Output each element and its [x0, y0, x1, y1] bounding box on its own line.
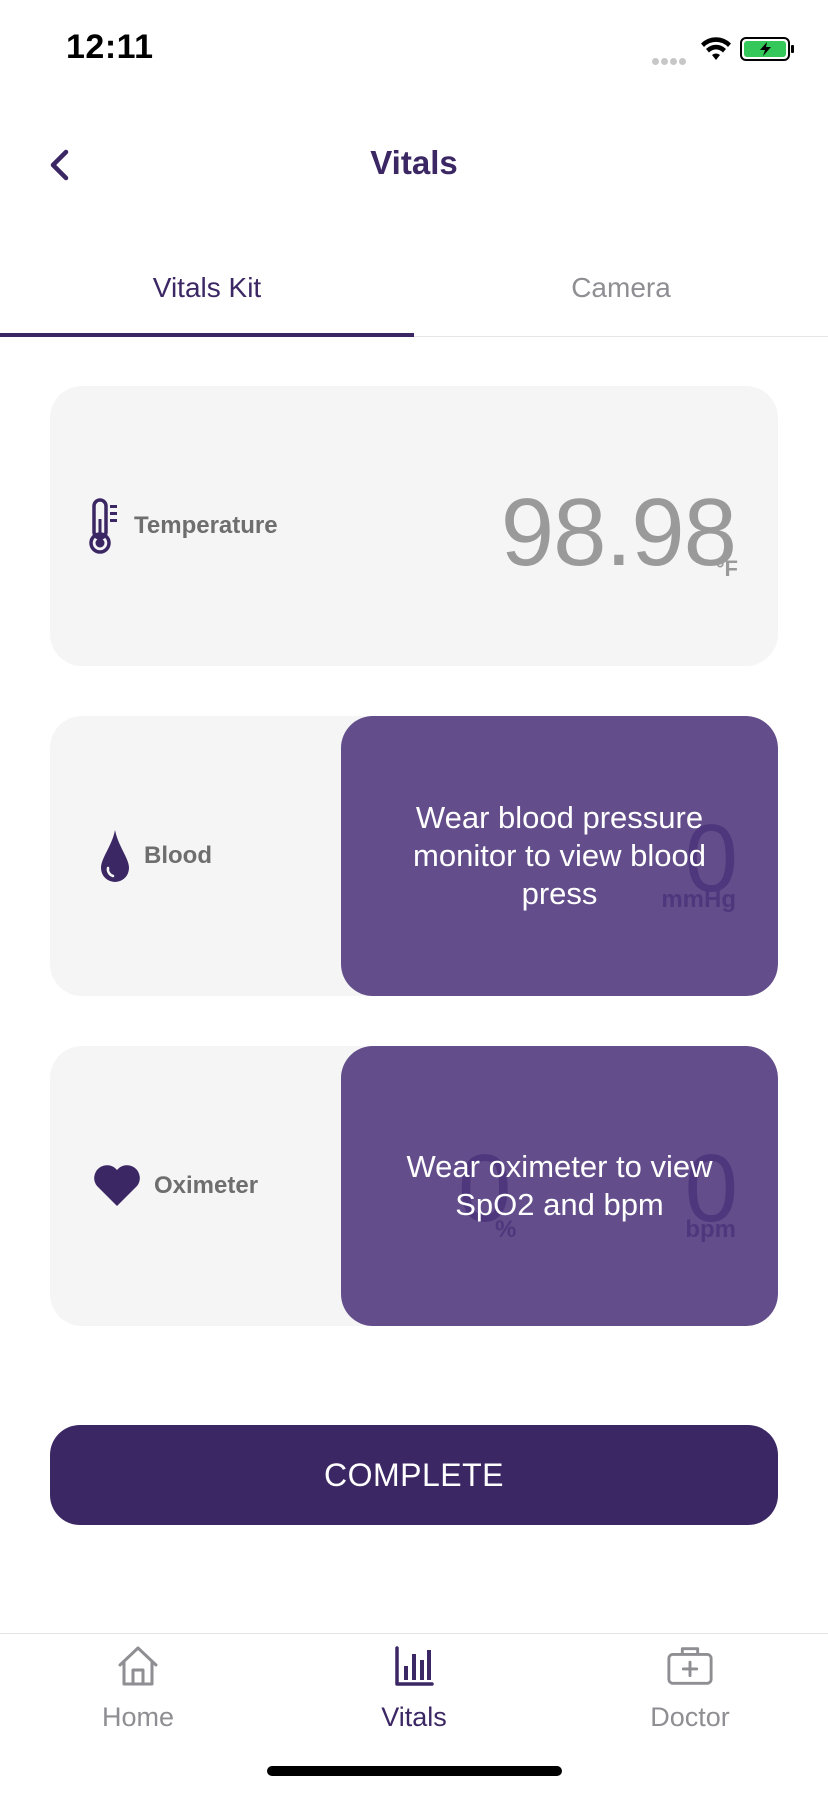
temperature-card: Temperature 98.98 °F	[50, 386, 778, 666]
temperature-label: Temperature	[134, 512, 278, 539]
temperature-label-group: Temperature	[88, 386, 278, 666]
oximeter-overlay-text: Wear oximeter to view SpO2 and bpm	[406, 1149, 713, 1222]
thermometer-icon	[88, 497, 122, 555]
header: Vitals	[0, 120, 828, 210]
oximeter-label-group: Oximeter	[92, 1046, 258, 1326]
oximeter-overlay: Wear oximeter to view SpO2 and bpm	[341, 1046, 778, 1326]
complete-button[interactable]: COMPLETE	[50, 1425, 778, 1525]
battery-icon	[740, 37, 794, 61]
blood-card: Blood 0 mmHg Wear blood pressure monitor…	[50, 716, 778, 996]
medical-kit-icon	[666, 1642, 714, 1690]
home-icon	[114, 1642, 162, 1690]
page-title: Vitals	[370, 144, 458, 181]
nav-doctor[interactable]: Doctor	[552, 1642, 828, 1752]
nav-vitals[interactable]: Vitals	[276, 1642, 552, 1752]
nav-home-label: Home	[101, 1702, 175, 1732]
wifi-icon	[701, 37, 731, 60]
blood-label-group: Blood	[98, 716, 212, 996]
status-bar: 12:11	[0, 0, 828, 100]
blood-overlay: Wear blood pressure monitor to view bloo…	[341, 716, 778, 996]
blood-label: Blood	[144, 842, 212, 869]
oximeter-label: Oximeter	[154, 1172, 259, 1199]
blood-drop-icon	[98, 828, 132, 884]
bar-chart-icon	[390, 1642, 438, 1690]
blood-overlay-text: Wear blood pressure monitor to view bloo…	[413, 800, 706, 911]
heart-icon	[92, 1164, 142, 1208]
tab-camera[interactable]: Camera	[414, 240, 828, 336]
nav-vitals-label: Vitals	[381, 1702, 447, 1732]
tab-vitals-kit[interactable]: Vitals Kit	[0, 240, 414, 336]
status-time: 12:11	[66, 28, 154, 66]
active-tab-indicator	[0, 333, 414, 337]
temperature-unit: °F	[715, 556, 738, 581]
temperature-value: 98.98	[500, 479, 737, 586]
signal-icon	[652, 52, 692, 65]
home-indicator	[267, 1766, 562, 1776]
nav-home[interactable]: Home	[0, 1642, 276, 1752]
nav-doctor-label: Doctor	[650, 1702, 730, 1732]
tab-bar: Vitals Kit Camera	[0, 240, 828, 337]
oximeter-card: Oximeter 0 % 0 bpm Wear oximeter to view…	[50, 1046, 778, 1326]
